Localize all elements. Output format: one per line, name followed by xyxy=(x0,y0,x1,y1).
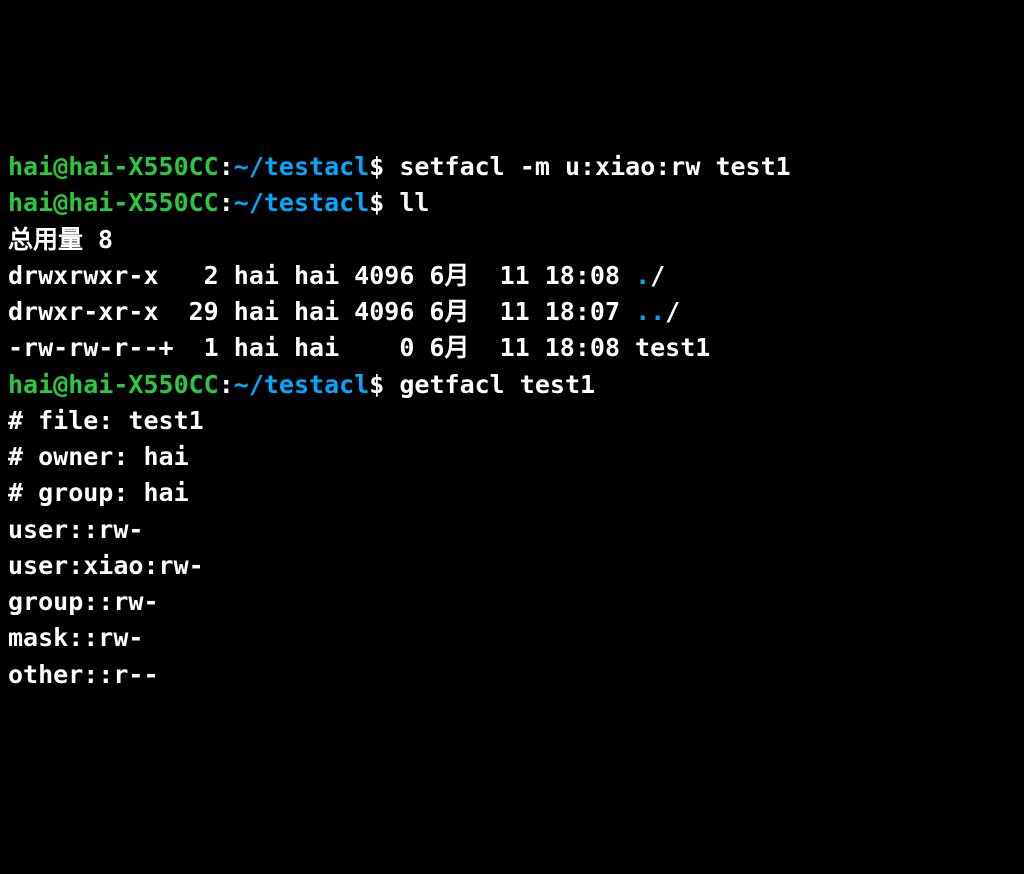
terminal[interactable]: hai@hai-X550CC:~/testacl$ setfacl -m u:x… xyxy=(8,149,1016,693)
ll-total: 总用量 8 xyxy=(8,222,1016,258)
facl-other: other::r-- xyxy=(8,657,1016,693)
ll-row-current: drwxrwxr-x 2 hai hai 4096 6月 11 18:08 ./ xyxy=(8,258,1016,294)
prompt-dollar: $ xyxy=(369,188,384,217)
prompt-user: hai@hai-X550CC xyxy=(8,188,219,217)
dir-slash: / xyxy=(665,297,680,326)
dir-slash: / xyxy=(650,261,665,290)
facl-file: # file: test1 xyxy=(8,403,1016,439)
facl-user-owner: user::rw- xyxy=(8,512,1016,548)
command-setfacl xyxy=(384,152,399,181)
facl-mask: mask::rw- xyxy=(8,620,1016,656)
ll-row-perms: drwxrwxr-x 2 hai hai 4096 6月 11 18:08 xyxy=(8,261,635,290)
prompt-path: ~/testacl xyxy=(234,152,369,181)
ll-row-file: -rw-rw-r--+ 1 hai hai 0 6月 11 18:08 test… xyxy=(8,330,1016,366)
facl-user-xiao: user:xiao:rw- xyxy=(8,548,1016,584)
prompt-path: ~/testacl xyxy=(234,188,369,217)
prompt-path: ~/testacl xyxy=(234,370,369,399)
command-ll xyxy=(384,188,399,217)
dir-dotdot-icon: .. xyxy=(635,297,665,326)
facl-group: # group: hai xyxy=(8,475,1016,511)
command-getfacl-text: getfacl test1 xyxy=(399,370,595,399)
prompt-line-3[interactable]: hai@hai-X550CC:~/testacl$ getfacl test1 xyxy=(8,367,1016,403)
facl-owner: # owner: hai xyxy=(8,439,1016,475)
ll-row-parent: drwxr-xr-x 29 hai hai 4096 6月 11 18:07 .… xyxy=(8,294,1016,330)
prompt-colon: : xyxy=(219,188,234,217)
prompt-user: hai@hai-X550CC xyxy=(8,152,219,181)
prompt-user: hai@hai-X550CC xyxy=(8,370,219,399)
prompt-dollar: $ xyxy=(369,370,384,399)
command-getfacl xyxy=(384,370,399,399)
command-setfacl-text: setfacl -m u:xiao:rw test1 xyxy=(399,152,790,181)
prompt-line-1[interactable]: hai@hai-X550CC:~/testacl$ setfacl -m u:x… xyxy=(8,149,1016,185)
facl-group-perm: group::rw- xyxy=(8,584,1016,620)
prompt-line-2[interactable]: hai@hai-X550CC:~/testacl$ ll xyxy=(8,185,1016,221)
prompt-colon: : xyxy=(219,370,234,399)
ll-row-perms: drwxr-xr-x 29 hai hai 4096 6月 11 18:07 xyxy=(8,297,635,326)
prompt-dollar: $ xyxy=(369,152,384,181)
prompt-colon: : xyxy=(219,152,234,181)
dir-dot-icon: . xyxy=(635,261,650,290)
command-ll-text: ll xyxy=(399,188,429,217)
